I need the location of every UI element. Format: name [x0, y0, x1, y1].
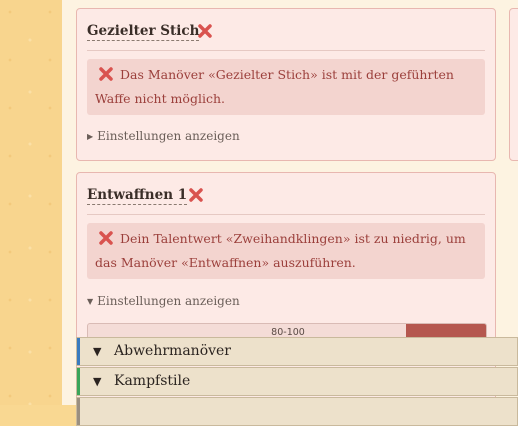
section-label: Abwehrmanöver: [114, 343, 232, 359]
error-message: Dein Talentwert «Zweihandklingen» ist zu…: [87, 223, 485, 279]
section-accent: [77, 338, 80, 365]
triangle-down-icon: ▼: [93, 375, 102, 388]
section-next[interactable]: [76, 397, 518, 426]
triangle-right-icon: ▶: [87, 132, 94, 141]
settings-toggle[interactable]: ▶ Einstellungen anzeigen: [87, 129, 240, 143]
section-label: Kampfstile: [114, 373, 191, 389]
card-title: Entwaffnen 1: [87, 187, 188, 205]
divider: [87, 214, 485, 215]
error-text: Dein Talentwert «Zweihandklingen» ist zu…: [95, 231, 466, 270]
error-icon: [99, 231, 113, 245]
card-title: Gezielter Stich: [87, 23, 200, 41]
section-abwehrmanoever[interactable]: ▼ Abwehrmanöver: [76, 337, 518, 366]
triangle-down-icon: ▼: [93, 345, 102, 358]
error-icon: [99, 67, 113, 81]
error-message: Das Manöver «Gezielter Stich» ist mit de…: [87, 59, 485, 115]
section-accent: [77, 368, 80, 395]
settings-label: Einstellungen anzeigen: [97, 294, 240, 308]
section-accent: [77, 398, 80, 425]
background-sand: [0, 0, 62, 405]
error-text: Das Manöver «Gezielter Stich» ist mit de…: [95, 67, 454, 106]
remove-icon[interactable]: [197, 23, 213, 39]
maneuver-card-gezielter-stich: Gezielter Stich Das Manöver «Gezielter S…: [76, 8, 496, 161]
triangle-down-icon: ▼: [87, 297, 94, 306]
settings-toggle[interactable]: ▼ Einstellungen anzeigen: [87, 294, 240, 308]
section-kampfstile[interactable]: ▼ Kampfstile: [76, 367, 518, 396]
remove-icon[interactable]: [188, 187, 204, 203]
divider: [87, 50, 485, 51]
settings-label: Einstellungen anzeigen: [97, 129, 240, 143]
adjacent-card-edge: [509, 8, 518, 161]
